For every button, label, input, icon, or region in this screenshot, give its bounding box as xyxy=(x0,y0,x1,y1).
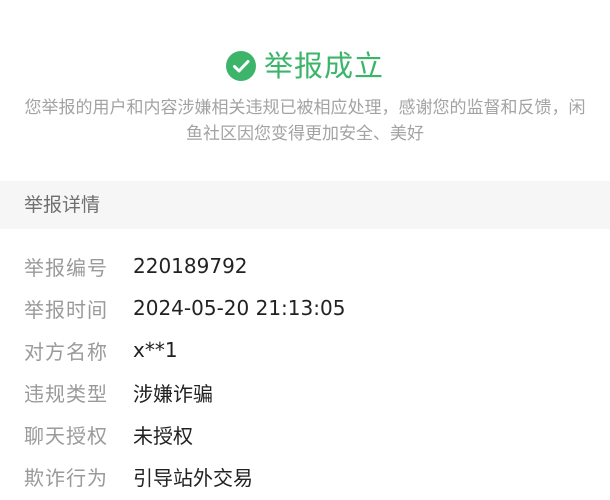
detail-label: 对方名称 xyxy=(24,339,108,364)
detail-value: 2024-05-20 21:13:05 xyxy=(133,296,346,320)
section-header: 举报详情 xyxy=(0,181,610,229)
detail-label: 举报编号 xyxy=(24,255,108,280)
detail-label: 违规类型 xyxy=(24,381,108,406)
detail-row-fraud-behavior: 欺诈行为 引导站外交易 xyxy=(0,455,610,497)
section-title: 举报详情 xyxy=(24,194,101,216)
detail-row-chat-authorization: 聊天授权 未授权 xyxy=(0,413,610,455)
detail-value: x**1 xyxy=(133,338,178,362)
detail-value: 引导站外交易 xyxy=(133,465,253,490)
check-circle-icon xyxy=(225,51,256,81)
detail-value: 220189792 xyxy=(133,254,248,278)
detail-list: 举报编号 220189792 举报时间 2024-05-20 21:13:05 … xyxy=(0,245,610,497)
detail-value: 未授权 xyxy=(133,423,193,448)
result-header: 举报成立 xyxy=(0,44,610,88)
detail-row-report-id: 举报编号 220189792 xyxy=(0,245,610,287)
detail-row-violation-type: 违规类型 涉嫌诈骗 xyxy=(0,371,610,413)
detail-label: 欺诈行为 xyxy=(24,465,108,490)
result-description: 您举报的用户和内容涉嫌相关违规已被相应处理，感谢您的监督和反馈，闲鱼社区因您变得… xyxy=(24,98,586,144)
detail-row-report-time: 举报时间 2024-05-20 21:13:05 xyxy=(0,287,610,329)
report-result-page: 举报成立 您举报的用户和内容涉嫌相关违规已被相应处理，感谢您的监督和反馈，闲鱼社… xyxy=(0,0,610,500)
result-title: 举报成立 xyxy=(263,49,384,83)
detail-value: 涉嫌诈骗 xyxy=(133,381,213,406)
detail-label: 聊天授权 xyxy=(24,423,108,448)
detail-row-counterparty-name: 对方名称 x**1 xyxy=(0,329,610,371)
detail-label: 举报时间 xyxy=(24,297,108,322)
